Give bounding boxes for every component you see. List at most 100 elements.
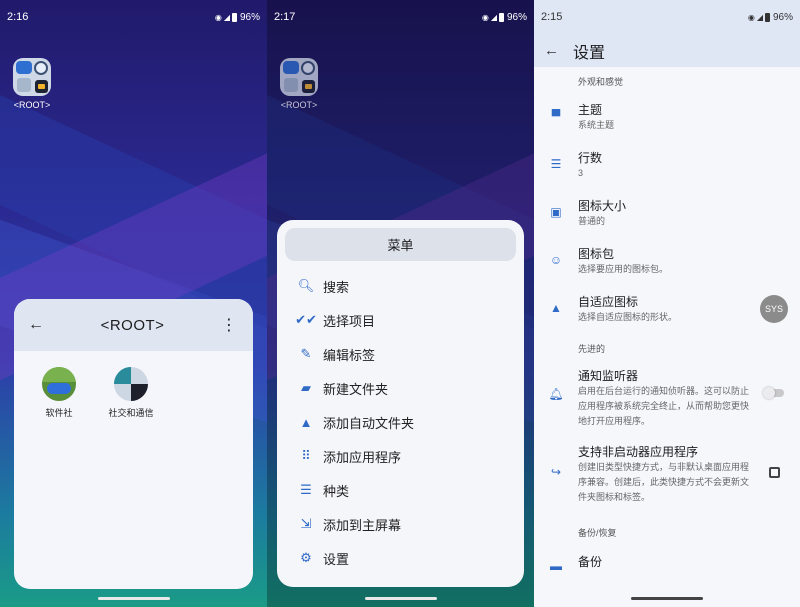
battery-icon (764, 12, 770, 22)
menu-item-search[interactable]: 🔍︎ 搜索 (285, 269, 516, 303)
status-bar: 2:16 ◉ ◢ 96% (0, 0, 267, 34)
folder-header: ← <ROOT> ⋮ (14, 299, 253, 351)
menu-item-label: 搜索 (323, 279, 350, 295)
setting-subtitle: 3 (578, 168, 584, 178)
eye-icon: ◉ (214, 12, 222, 22)
setting-non-launcher-support[interactable]: ↪ 支持非启动器应用程序 创建旧类型快捷方式，与非默认桌面应用程序兼容。创建后，… (534, 437, 800, 519)
screen-settings: 2:15 ◉ ◢ 96% ← 设置 外观和感觉 ▀ 主题 系统主题 ☰ 行数 3 (534, 0, 800, 607)
menu-item-label: 添加到主屏幕 (323, 517, 402, 533)
setting-notification-listener[interactable]: 🔔︎ 通知监听器 启用在后台运行的通知侦听器。这可以防止应用程序被系统完全终止，… (534, 361, 800, 437)
battery-icon (498, 12, 504, 22)
signal-icon: ◢ (223, 12, 230, 22)
menu-item-edit-label[interactable]: ✎ 编辑标签 (285, 337, 516, 371)
setting-theme[interactable]: ▀ 主题 系统主题 (534, 95, 800, 143)
menu-item-label: 种类 (323, 483, 350, 499)
back-arrow-icon[interactable]: ← (26, 316, 46, 334)
battery-level: 96% (506, 11, 527, 23)
signal-icon: ◢ (756, 12, 763, 22)
section-header-advanced: 先进的 (578, 343, 606, 354)
setting-subtitle: 系统主题 (578, 120, 615, 130)
paint-roller-icon: ▀ (551, 109, 561, 123)
status-time: 2:15 (541, 11, 563, 23)
setting-title: 行数 (578, 151, 603, 165)
setting-title: 主题 (578, 103, 603, 117)
setting-icon-size[interactable]: ▣ 图标大小 普通的 (534, 191, 800, 239)
menu-item-add-app[interactable]: ⠿ 添加应用程序 (285, 439, 516, 473)
menu-list: 🔍︎ 搜索 ✔✔ 选择项目 ✎ 编辑标签 ▰ 新建文件夹 ▲ 添加自动文件夹 ⠿ (285, 269, 516, 575)
non-launcher-support-checkbox[interactable] (769, 467, 780, 478)
menu-item-settings[interactable]: ⚙ 设置 (285, 541, 516, 575)
folder-title: <ROOT> (100, 316, 165, 334)
setting-icon-pack[interactable]: ☺ 图标包 选择要应用的图标包。 (534, 239, 800, 287)
setting-subtitle: 启用在后台运行的通知侦听器。这可以防止应用程序被系统完全终止，从而帮助您更快地打… (578, 386, 750, 426)
menu-item-label: 添加自动文件夹 (323, 415, 415, 431)
setting-title: 图标大小 (578, 199, 627, 213)
backup-icon: ▬ (550, 559, 562, 573)
nav-gesture-bar[interactable] (97, 597, 170, 600)
menu-item-label: 选择项目 (323, 313, 376, 329)
menu-sheet: 菜单 🔍︎ 搜索 ✔✔ 选择项目 ✎ 编辑标签 ▰ 新建文件夹 ▲ 添加自动文件… (277, 220, 524, 587)
double-check-icon: ✔✔ (295, 312, 317, 327)
desktop-folder-label: <ROOT> (13, 100, 51, 110)
status-time: 2:17 (274, 11, 296, 23)
battery-icon (231, 12, 237, 22)
setting-adaptive-icon[interactable]: ▲ 自适应图标 选择自适应图标的形状。 SYS (534, 287, 800, 335)
nav-gesture-bar[interactable] (631, 597, 703, 600)
menu-item-new-folder[interactable]: ▰ 新建文件夹 (285, 371, 516, 405)
page-title: 设置 (573, 44, 606, 62)
status-bar: 2:15 ◉ ◢ 96% (534, 0, 800, 34)
signal-icon: ◢ (490, 12, 497, 22)
setting-backup[interactable]: ▬ 备份 (534, 545, 800, 581)
menu-item-label: 编辑标签 (323, 347, 376, 363)
settings-list: 外观和感觉 ▀ 主题 系统主题 ☰ 行数 3 ▣ 图标大小 普通的 ☺ 图标包 … (534, 67, 800, 607)
app-social-communication[interactable]: 社交和通信 (104, 367, 158, 419)
app-label: 社交和通信 (108, 408, 154, 418)
search-icon: 🔍︎ (297, 278, 315, 293)
root-folder-icon (13, 58, 51, 96)
settings-app-bar: ← 设置 (534, 34, 800, 67)
new-folder-icon: ▰ (301, 380, 311, 395)
pencil-icon: ✎ (300, 346, 312, 361)
section-header-appearance: 外观和感觉 (578, 76, 624, 87)
image-size-icon: ▣ (550, 205, 562, 219)
app-label: 软件社 (45, 408, 73, 418)
more-vert-icon[interactable]: ⋮ (219, 315, 239, 335)
eye-icon: ◉ (747, 12, 755, 22)
menu-item-label: 设置 (323, 551, 350, 567)
gear-icon: ⚙ (300, 550, 312, 565)
setting-title: 自适应图标 (578, 295, 639, 309)
notification-listener-toggle[interactable] (763, 387, 784, 399)
shapes-icon: ▲ (550, 301, 562, 315)
screen-folder-popup: 2:16 ◉ ◢ 96% <ROOT> ← <ROOT> ⋮ 软件社 社交和通信 (0, 0, 267, 607)
setting-subtitle: 选择自适应图标的形状。 (578, 312, 678, 322)
social-folder-icon (114, 367, 148, 401)
menu-item-select[interactable]: ✔✔ 选择项目 (285, 303, 516, 337)
setting-subtitle: 创建旧类型快捷方式，与非默认桌面应用程序兼容。创建后，此类快捷方式不会更新文件夹… (578, 462, 750, 502)
sort-icon: ☰ (300, 482, 312, 497)
shapes-icon: ▲ (299, 414, 313, 430)
adaptive-icon-shape-chip[interactable]: SYS (760, 295, 788, 323)
menu-item-sort[interactable]: ☰ 种类 (285, 473, 516, 507)
menu-item-add-to-home[interactable]: ⇲ 添加到主屏幕 (285, 507, 516, 541)
section-header-backup: 备份/恢复 (578, 527, 617, 538)
list-icon: ☰ (550, 157, 562, 171)
status-time: 2:16 (7, 11, 29, 23)
folder-app-grid: 软件社 社交和通信 (14, 351, 253, 419)
smiley-icon: ☺ (549, 253, 563, 267)
menu-header: 菜单 (285, 228, 516, 261)
bell-icon: 🔔︎ (548, 387, 564, 401)
setting-subtitle: 普通的 (578, 216, 606, 226)
battery-level: 96% (772, 11, 793, 23)
nav-gesture-bar[interactable] (364, 597, 437, 600)
battery-level: 96% (239, 11, 260, 23)
desktop-folder-root[interactable]: <ROOT> (10, 58, 54, 110)
back-arrow-icon[interactable]: ← (544, 42, 559, 59)
desktop-folder-root[interactable]: <ROOT> (277, 58, 321, 110)
screen-menu-sheet: 2:17 ◉ ◢ 96% <ROOT> 菜单 🔍︎ 搜索 ✔✔ 选择项目 ✎ 编… (267, 0, 534, 607)
menu-item-label: 新建文件夹 (323, 381, 389, 397)
setting-title: 图标包 (578, 247, 615, 261)
app-software-community[interactable]: 软件社 (32, 367, 86, 419)
menu-item-auto-folder[interactable]: ▲ 添加自动文件夹 (285, 405, 516, 439)
setting-rows[interactable]: ☰ 行数 3 (534, 143, 800, 191)
eye-icon: ◉ (481, 12, 489, 22)
